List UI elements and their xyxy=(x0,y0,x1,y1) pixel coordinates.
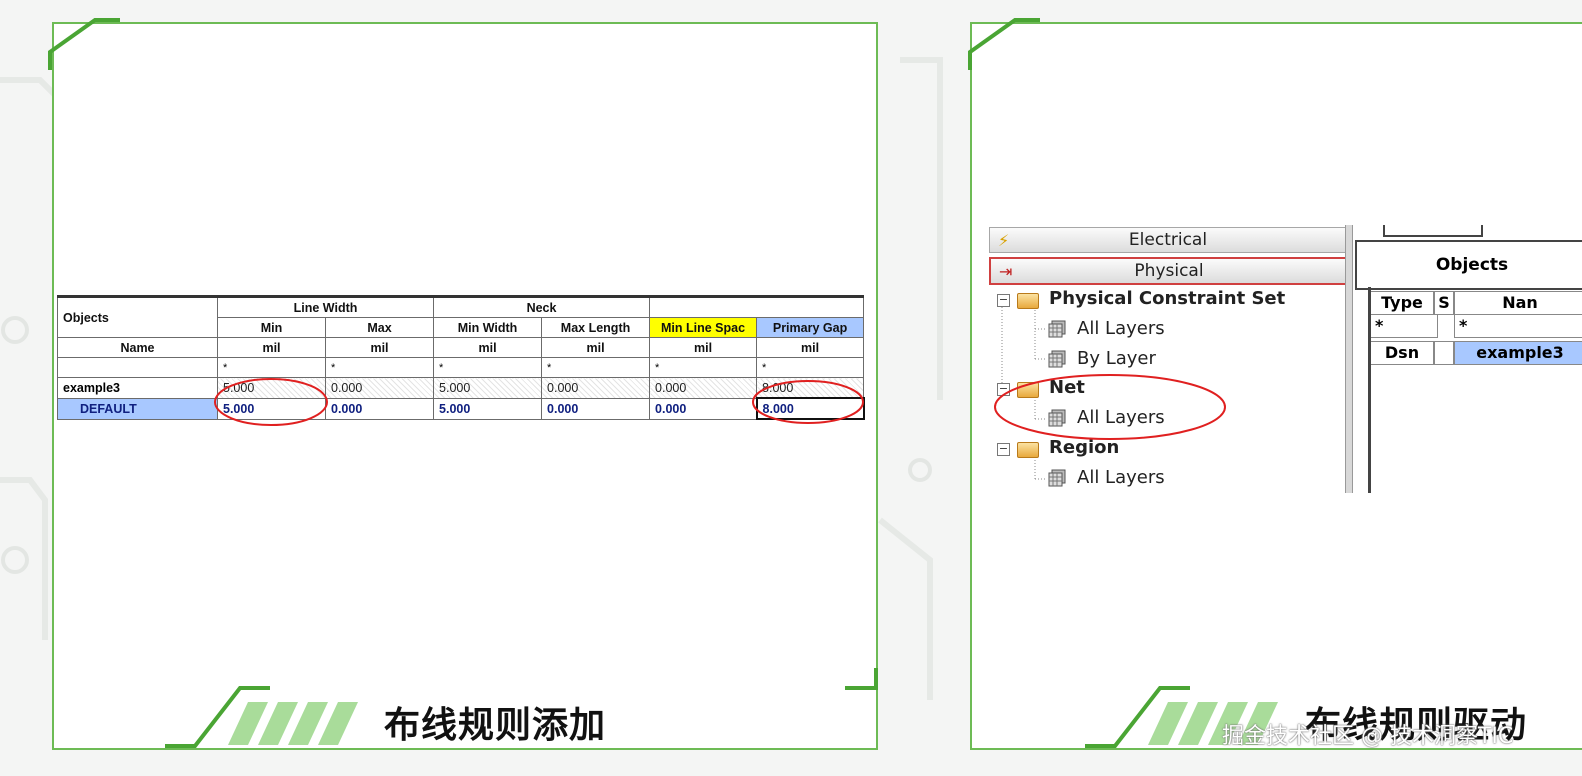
splitter[interactable] xyxy=(1345,225,1353,493)
objects-header: Objects xyxy=(1355,240,1582,290)
unit-label: mil xyxy=(433,337,543,358)
row-name[interactable]: example3 xyxy=(1454,341,1582,365)
value-cell[interactable]: 5.000 xyxy=(217,377,326,399)
unit-label: mil xyxy=(324,337,435,358)
unit-label: mil xyxy=(541,337,651,358)
col-primary-gap[interactable]: Primary Gap xyxy=(756,317,865,338)
filter-cell[interactable]: * xyxy=(1454,314,1582,338)
name-header: Name xyxy=(57,337,218,358)
filter-cell[interactable]: * xyxy=(649,357,758,378)
caption-left: 布线规则添加 xyxy=(384,705,607,746)
value-cell[interactable]: 8.000 xyxy=(755,397,865,420)
col-name[interactable]: Nan xyxy=(1454,291,1582,315)
constraint-table: Objects Line Width Neck Min Max Min Widt… xyxy=(57,295,865,420)
filter-cell[interactable]: * xyxy=(324,357,435,378)
table-row[interactable]: example3 5.000 0.000 5.000 0.000 0.000 8… xyxy=(57,377,865,399)
filter-cell[interactable]: * xyxy=(541,357,651,378)
row-name[interactable]: DEFAULT xyxy=(57,397,218,420)
value-cell[interactable]: 5.000 xyxy=(433,377,543,399)
value-cell[interactable]: 0.000 xyxy=(541,377,651,399)
row-s[interactable] xyxy=(1434,341,1454,365)
filter-cell[interactable] xyxy=(57,357,218,378)
value-cell[interactable]: 0.000 xyxy=(649,377,758,399)
annotation-overlay-right xyxy=(994,374,1226,440)
objects-header: Objects xyxy=(57,295,218,338)
value-cell[interactable]: 8.000 xyxy=(756,377,865,399)
neck-header: Neck xyxy=(433,295,651,318)
table-border xyxy=(1368,287,1371,493)
value-cell[interactable]: 0.000 xyxy=(324,377,435,399)
unit-label: mil xyxy=(649,337,758,358)
tab-strip[interactable] xyxy=(1383,225,1483,237)
col-type[interactable]: Type xyxy=(1370,291,1434,315)
line-width-header: Line Width xyxy=(216,295,435,318)
filter-cell[interactable]: * xyxy=(756,357,865,378)
unit-label: mil xyxy=(756,337,865,358)
blank-group-header xyxy=(649,295,865,318)
unit-label: mil xyxy=(217,337,326,358)
constraint-manager-panel: ⚡ Electrical ⇥ Physical − Physical Const… xyxy=(985,225,1582,493)
value-cell[interactable]: 0.000 xyxy=(541,397,651,420)
col-min-line-spacing[interactable]: Min Line Spac xyxy=(649,317,758,338)
filter-cell[interactable]: * xyxy=(1370,314,1438,338)
filter-cell[interactable]: * xyxy=(433,357,543,378)
value-cell[interactable]: 0.000 xyxy=(324,397,435,420)
value-cell[interactable]: 0.000 xyxy=(649,397,758,420)
value-cell[interactable]: 5.000 xyxy=(217,397,326,420)
row-type[interactable]: Dsn xyxy=(1370,341,1434,365)
watermark: 掘金技术社区 @ 技术洞察TIC xyxy=(1222,724,1514,749)
table-row[interactable]: DEFAULT 5.000 0.000 5.000 0.000 0.000 8.… xyxy=(57,397,865,420)
col-s[interactable]: S xyxy=(1434,291,1454,315)
value-cell[interactable]: 5.000 xyxy=(433,397,543,420)
col-max-length[interactable]: Max Length xyxy=(541,317,651,338)
col-min-width[interactable]: Min Width xyxy=(433,317,543,338)
col-max[interactable]: Max xyxy=(324,317,435,338)
highlight-circle xyxy=(994,374,1226,440)
filter-cell[interactable]: * xyxy=(217,357,326,378)
col-min[interactable]: Min xyxy=(217,317,326,338)
row-name[interactable]: example3 xyxy=(57,377,218,399)
